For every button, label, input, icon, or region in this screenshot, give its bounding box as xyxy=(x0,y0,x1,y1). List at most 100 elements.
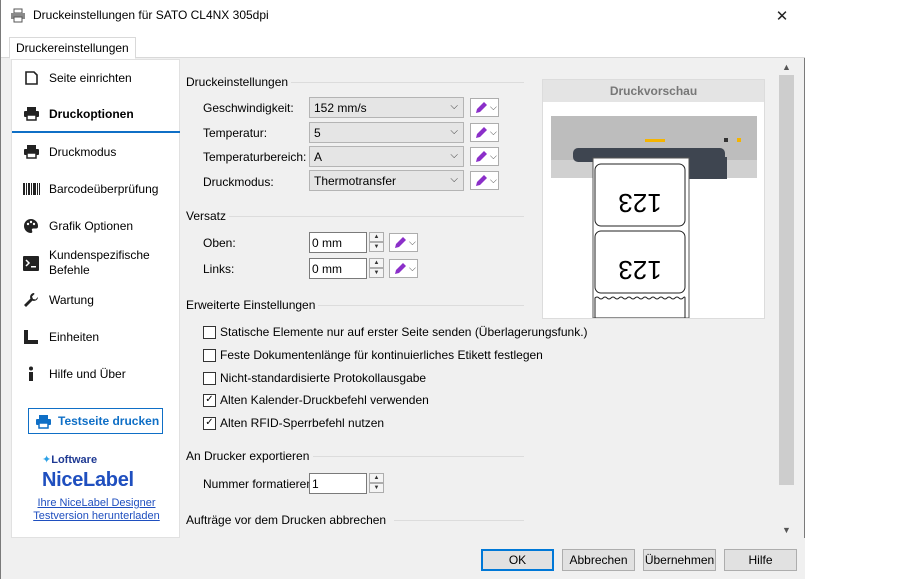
tab-druckereinstellungen[interactable]: Druckereinstellungen xyxy=(9,37,136,59)
sidebar-item-einheiten[interactable]: Einheiten xyxy=(12,319,181,355)
checkmark-icon: ✓ xyxy=(205,417,214,428)
print-mode-value: Thermotransfer xyxy=(314,174,397,188)
chevron-down-icon: ⌵ xyxy=(490,151,497,161)
help-button[interactable]: Hilfe xyxy=(724,549,797,571)
ok-button[interactable]: OK xyxy=(481,549,554,571)
pen-icon xyxy=(395,262,406,274)
checkbox-box[interactable]: ✓ xyxy=(203,393,216,407)
spin-up-icon[interactable]: ▲ xyxy=(369,258,384,268)
trial-link-line2[interactable]: Testversion herunterladen xyxy=(12,510,181,522)
test-page-label: Testseite drucken xyxy=(58,414,160,428)
sidebar-item-label: Seite einrichten xyxy=(49,71,132,85)
chevron-down-icon: ⌵ xyxy=(450,126,458,137)
close-button[interactable]: ✕ xyxy=(759,0,805,31)
checkbox-fixed-length[interactable]: Feste Dokumentenlänge für kontinuierlich… xyxy=(203,347,543,363)
offset-top-variable-button[interactable]: ⌵ xyxy=(389,233,418,252)
checkbox-box[interactable] xyxy=(203,371,216,385)
spin-down-icon[interactable]: ▼ xyxy=(369,242,384,252)
temperature-range-select[interactable]: A ⌵ xyxy=(309,146,464,167)
scroll-thumb[interactable] xyxy=(779,75,794,485)
wrench-icon xyxy=(22,291,40,309)
sidebar-item-grafik-optionen[interactable]: Grafik Optionen xyxy=(12,208,181,244)
chevron-down-icon: ⌵ xyxy=(409,237,416,247)
temperature-range-variable-button[interactable]: ⌵ xyxy=(470,147,499,166)
sidebar-item-label: Wartung xyxy=(49,293,94,307)
section-heading-abort: Aufträge vor dem Drucken abbrechen xyxy=(186,513,387,527)
apply-button[interactable]: Übernehmen xyxy=(643,549,716,571)
pen-icon xyxy=(476,126,487,138)
test-page-button[interactable]: Testseite drucken xyxy=(28,408,163,434)
section-heading-export: An Drucker exportieren xyxy=(186,449,310,463)
offset-left-input[interactable]: 0 mm xyxy=(309,258,367,279)
sidebar-item-label: Einheiten xyxy=(49,330,100,344)
checkbox-static-elements[interactable]: Statische Elemente nur auf erster Seite … xyxy=(203,324,588,340)
printer-mode-icon xyxy=(22,143,40,161)
temperature-label: Temperatur: xyxy=(203,126,268,140)
offset-left-spinner[interactable]: ▲ ▼ xyxy=(369,258,384,279)
sidebar-item-barcodeueberpruefung[interactable]: Barcodeüberprüfung xyxy=(12,171,181,207)
section-heading-erweitert: Erweiterte Einstellungen xyxy=(186,298,316,312)
barcode-icon xyxy=(22,180,40,198)
main-content: Druckeinstellungen Geschwindigkeit: 152 … xyxy=(180,59,778,538)
cancel-button[interactable]: Abbrechen xyxy=(562,549,635,571)
dialog-window: Druckeinstellungen für SATO CL4NX 305dpi… xyxy=(0,0,805,579)
sidebar-item-wartung[interactable]: Wartung xyxy=(12,282,181,318)
palette-icon xyxy=(22,217,40,235)
offset-left-variable-button[interactable]: ⌵ xyxy=(389,259,418,278)
checkbox-box[interactable]: ✓ xyxy=(203,416,216,430)
ruler-icon xyxy=(22,328,40,346)
checkbox-box[interactable] xyxy=(203,348,216,362)
pen-icon xyxy=(476,101,487,113)
scroll-down-icon[interactable]: ▼ xyxy=(778,522,795,538)
print-mode-variable-button[interactable]: ⌵ xyxy=(470,171,499,190)
section-divider xyxy=(313,456,524,457)
temperature-range-label: Temperaturbereich: xyxy=(203,150,307,164)
sidebar-item-druckmodus[interactable]: Druckmodus xyxy=(12,134,181,170)
temperature-variable-button[interactable]: ⌵ xyxy=(470,123,499,142)
sidebar-item-label: Hilfe und Über xyxy=(49,367,126,381)
checkbox-old-rfid[interactable]: ✓ Alten RFID-Sperrbefehl nutzen xyxy=(203,415,384,431)
number-format-input[interactable]: 1 xyxy=(309,473,367,494)
number-format-label: Nummer formatieren: xyxy=(203,477,317,491)
sidebar-item-label: Grafik Optionen xyxy=(49,219,134,233)
checkbox-box[interactable] xyxy=(203,325,216,339)
printer-preview-graphic: 123 123 xyxy=(551,116,757,318)
trial-link-line1[interactable]: Ihre NiceLabel Designer xyxy=(12,497,181,509)
chevron-down-icon: ⌵ xyxy=(490,175,497,185)
spin-down-icon[interactable]: ▼ xyxy=(369,483,384,493)
speed-select[interactable]: 152 mm/s ⌵ xyxy=(309,97,464,118)
offset-top-input[interactable]: 0 mm xyxy=(309,232,367,253)
speed-variable-button[interactable]: ⌵ xyxy=(470,98,499,117)
number-format-spinner[interactable]: ▲ ▼ xyxy=(369,473,384,494)
print-mode-select[interactable]: Thermotransfer ⌵ xyxy=(309,170,464,191)
loftware-label: Loftware xyxy=(51,454,98,466)
checkbox-label: Feste Dokumentenlänge für kontinuierlich… xyxy=(220,348,543,362)
sidebar-item-druckoptionen[interactable]: Druckoptionen xyxy=(12,97,181,133)
sidebar-item-seite-einrichten[interactable]: Seite einrichten xyxy=(12,60,181,96)
scroll-up-icon[interactable]: ▲ xyxy=(778,59,795,75)
preview-label-text-2: 123 xyxy=(618,255,661,285)
spin-up-icon[interactable]: ▲ xyxy=(369,473,384,483)
sidebar-item-kundenspezifische-befehle[interactable]: Kundenspezifische Befehle xyxy=(12,245,181,281)
temperature-select[interactable]: 5 ⌵ xyxy=(309,122,464,143)
printer-icon xyxy=(22,105,40,123)
spin-down-icon[interactable]: ▼ xyxy=(369,268,384,278)
nicelabel-logo: NiceLabel xyxy=(42,469,134,491)
loftware-mark-icon: ✦ xyxy=(42,454,52,466)
sidebar: Seite einrichten Druckoptionen Druckmodu… xyxy=(11,59,181,539)
printer-icon xyxy=(10,8,26,23)
checkbox-old-calendar[interactable]: ✓ Alten Kalender-Druckbefehl verwenden xyxy=(203,392,429,408)
offset-top-spinner[interactable]: ▲ ▼ xyxy=(369,232,384,253)
chevron-down-icon: ⌵ xyxy=(450,174,458,185)
printer-icon xyxy=(35,414,52,429)
section-divider xyxy=(318,305,524,306)
spin-up-icon[interactable]: ▲ xyxy=(369,232,384,242)
sidebar-item-hilfe[interactable]: Hilfe und Über xyxy=(12,356,181,392)
checkbox-nonstandard-protocol[interactable]: Nicht-standardisierte Protokollausgabe xyxy=(203,370,426,386)
sidebar-item-label: Barcodeüberprüfung xyxy=(49,182,159,196)
section-heading-druckeinstellungen: Druckeinstellungen xyxy=(186,75,289,89)
vertical-scrollbar[interactable]: ▲ ▼ xyxy=(778,59,795,538)
chevron-down-icon: ⌵ xyxy=(450,150,458,161)
temperature-value: 5 xyxy=(314,126,321,140)
section-heading-versatz: Versatz xyxy=(186,209,227,223)
